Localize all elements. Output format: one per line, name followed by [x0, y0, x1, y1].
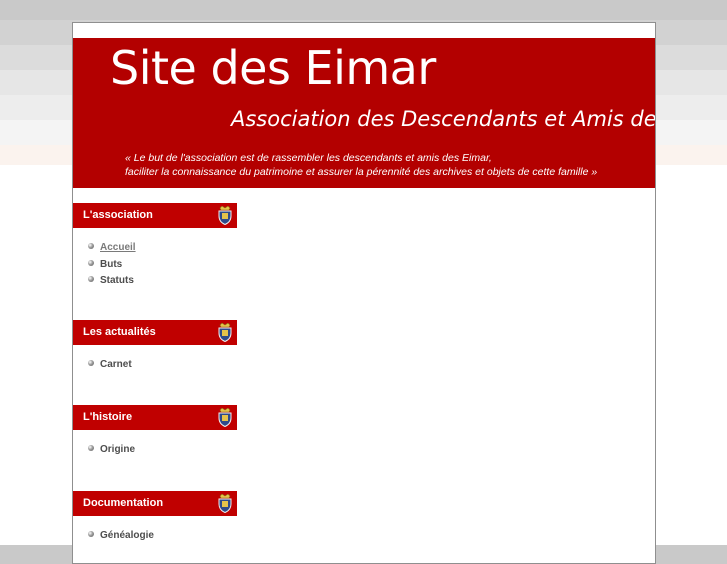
bullet-icon	[88, 531, 94, 538]
site-title: Site des Eimar	[110, 41, 436, 95]
menu-actualites: Carnet	[88, 357, 132, 374]
section-header-histoire: L'histoire	[73, 405, 237, 430]
family-crest-icon	[218, 323, 232, 342]
menu-link-accueil[interactable]: Accueil	[100, 242, 136, 253]
site-subtitle: Association des Descendants et Amis de	[231, 107, 655, 131]
family-crest-icon	[218, 494, 232, 513]
menu-link-genealogie[interactable]: Généalogie	[100, 530, 154, 541]
list-item: Accueil	[88, 240, 136, 257]
site-banner: Site des Eimar Association des Descendan…	[73, 38, 655, 188]
menu-link-origine[interactable]: Origine	[100, 444, 135, 455]
motto-line-2: faciliter la connaissance du patrimoine …	[125, 166, 598, 178]
section-header-documentation: Documentation	[73, 491, 237, 516]
list-item: Carnet	[88, 357, 132, 374]
menu-documentation: Généalogie	[88, 528, 154, 545]
menu-link-buts[interactable]: Buts	[100, 259, 122, 270]
menu-link-statuts[interactable]: Statuts	[100, 275, 134, 286]
list-item: Origine	[88, 442, 135, 459]
list-item: Généalogie	[88, 528, 154, 545]
bullet-icon	[88, 243, 94, 250]
bullet-icon	[88, 276, 94, 283]
site-motto: « Le but de l'association est de rassemb…	[125, 151, 597, 179]
menu-association: Accueil Buts Statuts	[88, 240, 136, 290]
family-crest-icon	[218, 408, 232, 427]
page-container: Site des Eimar Association des Descendan…	[72, 22, 656, 564]
menu-link-carnet[interactable]: Carnet	[100, 359, 132, 370]
section-title: Les actualités	[83, 326, 156, 338]
section-header-association: L'association	[73, 203, 237, 228]
section-title: Documentation	[83, 497, 164, 509]
list-item: Statuts	[88, 273, 136, 290]
motto-line-1: « Le but de l'association est de rassemb…	[125, 152, 492, 164]
bullet-icon	[88, 360, 94, 367]
family-crest-icon	[218, 206, 232, 225]
section-header-actualites: Les actualités	[73, 320, 237, 345]
menu-histoire: Origine	[88, 442, 135, 459]
list-item: Buts	[88, 257, 136, 274]
section-title: L'histoire	[83, 411, 133, 423]
section-title: L'association	[83, 209, 153, 221]
bullet-icon	[88, 445, 94, 452]
bullet-icon	[88, 259, 94, 266]
